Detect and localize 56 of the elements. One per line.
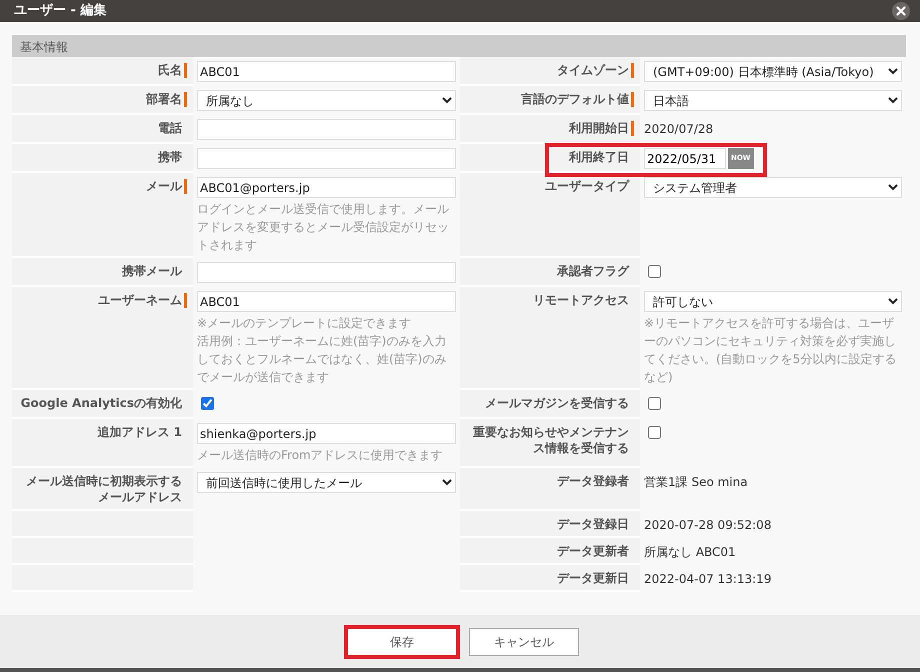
- field-label: 言語のデフォルト値: [521, 91, 629, 107]
- field-label: 携帯: [158, 149, 182, 165]
- field-value: 2020-07-28 09:52:08: [644, 517, 772, 533]
- field-label: メール送信時に初期表示するメールアドレス: [25, 473, 182, 505]
- field-hint: メール送信時のFromアドレスに使用できます: [197, 447, 444, 464]
- section-header: 基本情報: [12, 35, 906, 57]
- field-label: リモートアクセス: [533, 292, 629, 308]
- field-label: 重要なお知らせやメンテナンス情報を受信する: [472, 424, 629, 456]
- field-label: Google Analyticsの有効化: [20, 395, 182, 411]
- select-field[interactable]: 許可しない: [644, 291, 902, 312]
- field-label: 電話: [158, 120, 182, 136]
- field-label: メール: [146, 178, 182, 194]
- field-label: メールマガジンを受信する: [485, 395, 629, 411]
- field-value: 所属なし ABC01: [644, 544, 737, 560]
- text-field[interactable]: [197, 148, 456, 169]
- select-field[interactable]: 所属なし: [197, 90, 456, 111]
- field-value: 2020/07/28: [644, 121, 714, 137]
- text-field[interactable]: [197, 262, 456, 283]
- field-value: 2022-04-07 13:13:19: [644, 571, 772, 587]
- checkbox[interactable]: [201, 397, 214, 410]
- select-field[interactable]: 前回送信時に使用したメール: [197, 472, 456, 493]
- text-field[interactable]: ABC01: [197, 61, 456, 82]
- field-label: 氏名: [158, 62, 182, 78]
- checkbox[interactable]: [648, 426, 661, 439]
- select-field[interactable]: システム管理者: [644, 177, 902, 198]
- checkbox[interactable]: [648, 265, 661, 278]
- text-field[interactable]: shienka@porters.jp: [197, 423, 456, 444]
- field-label: タイムゾーン: [557, 62, 629, 78]
- field-hint: ※メールのテンプレートに設定できます: [197, 315, 412, 332]
- field-label: 追加アドレス 1: [97, 424, 182, 440]
- field-label: データ更新者: [557, 543, 629, 559]
- field-label: 携帯メール: [122, 263, 182, 279]
- field-label: 承認者フラグ: [557, 263, 629, 279]
- field-value: 営業1課 Seo mina: [644, 474, 749, 490]
- close-icon[interactable]: [892, 2, 910, 20]
- field-hint: ログインとメール送受信で使用します。メールアドレスを変更するとメール受信設定がリセットされます: [197, 201, 450, 254]
- checkbox[interactable]: [648, 397, 661, 410]
- field-label: 利用開始日: [569, 120, 629, 136]
- field-label: 利用終了日: [569, 149, 629, 165]
- field-label: データ登録者: [557, 473, 629, 489]
- cancel-button[interactable]: キャンセル: [469, 628, 579, 656]
- field-label: 部署名: [146, 91, 182, 107]
- field-label: ユーザーネーム: [98, 292, 182, 308]
- window-title: ユーザー - 編集: [14, 2, 106, 20]
- text-field[interactable]: ABC01@porters.jp: [197, 177, 456, 198]
- select-field[interactable]: (GMT+09:00) 日本標準時 (Asia/Tokyo): [644, 61, 902, 82]
- select-field[interactable]: 日本語: [644, 90, 902, 111]
- field-hint: 活用例：ユーザーネームに姓(苗字)のみを入力しておくとフルネームではなく、姓(苗字)のみでメールが送信できます: [197, 333, 448, 386]
- field-hint: ※リモートアクセスを許可する場合は、ユーザーのパソコンにセキュリティ対策を必ず実施してください。(自動ロックを5分以内に設定するなど): [644, 315, 898, 386]
- date-field[interactable]: 2022/05/31: [644, 148, 726, 169]
- save-button[interactable]: 保存: [344, 624, 460, 658]
- field-label: ユーザータイプ: [545, 178, 629, 194]
- field-label: データ登録日: [557, 516, 629, 532]
- text-field[interactable]: ABC01: [197, 291, 456, 312]
- field-label: データ更新日: [557, 570, 629, 586]
- text-field[interactable]: [197, 119, 456, 140]
